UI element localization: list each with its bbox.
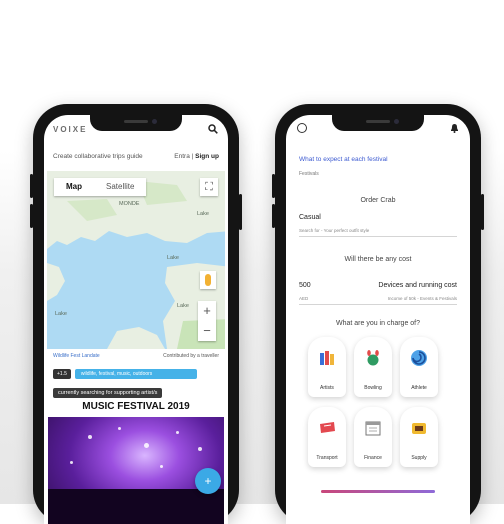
map-label: Lake — [167, 255, 179, 261]
signup-link[interactable]: Sign up — [195, 153, 219, 160]
festival-title: MUSIC FESTIVAL 2019 — [82, 401, 190, 412]
app-logo: VOIXE — [53, 125, 88, 134]
progress-bar — [321, 490, 435, 493]
status-badge: currently searching for supporting artis… — [53, 388, 163, 398]
category-tags[interactable]: wildlife, festival, music, outdoors — [74, 369, 197, 379]
swirl-icon — [411, 350, 427, 366]
tab-map[interactable]: Map — [54, 178, 94, 196]
event-link[interactable]: Wildlife Fest Landate — [53, 353, 100, 359]
category-label: Athlete — [411, 385, 427, 391]
tab-satellite[interactable]: Satellite — [94, 178, 146, 196]
phone-right: What to expect at each festival Festival… — [272, 104, 484, 524]
calendar-icon — [365, 421, 381, 436]
cost-field[interactable]: 500 — [299, 282, 311, 289]
category-card-athlete[interactable]: Athlete — [400, 337, 438, 397]
progress-fill — [321, 490, 435, 493]
login-link[interactable]: Entra — [174, 153, 190, 160]
category-card-finance[interactable]: Finance — [354, 407, 392, 467]
map-label: MONDE — [119, 201, 140, 207]
zoom-control: + − — [198, 301, 216, 341]
map-view[interactable]: MONDE Lake Lake Lake Lake Map Satellite … — [47, 171, 225, 349]
bowling-icon — [367, 350, 379, 366]
category-card-artists[interactable]: Artists — [308, 337, 346, 397]
auth-links: Entra | Sign up — [174, 153, 219, 160]
divider — [299, 304, 457, 305]
map-label: Lake — [197, 211, 209, 217]
section-title: What are you in charge of? — [335, 320, 421, 327]
power-button — [481, 194, 484, 230]
phone-left-screen: VOIXE Create collaborative trips guide E… — [44, 115, 228, 524]
volume-button — [272, 204, 275, 228]
zoom-out-button[interactable]: − — [198, 321, 216, 341]
festival-image[interactable] — [48, 417, 224, 524]
map-type-tabs: Map Satellite — [54, 178, 147, 196]
category-card-bowling[interactable]: Bowling — [354, 337, 392, 397]
map-footer: Wildlife Fest Landate Contributed by a t… — [53, 353, 219, 363]
cost-description[interactable]: Devices and running cost — [378, 282, 457, 289]
volume-button — [30, 204, 33, 228]
subtitle-text: Create collaborative trips guide — [53, 153, 143, 160]
volume-button — [30, 174, 33, 198]
wallet-icon — [412, 423, 426, 434]
section-title: Will there be any cost — [344, 256, 412, 263]
phone-left: VOIXE Create collaborative trips guide E… — [30, 104, 242, 524]
map-label: Lake — [177, 303, 189, 309]
pegman-icon[interactable] — [200, 271, 216, 289]
category-label: Bowling — [364, 385, 382, 391]
expectations-link[interactable]: What to expect at each festival — [299, 156, 388, 163]
category-label: Artists — [320, 385, 334, 391]
rating-badge: +1.5 — [53, 369, 71, 379]
search-icon[interactable] — [208, 124, 218, 134]
user-icon[interactable] — [297, 123, 307, 133]
notch — [332, 115, 424, 131]
phone-right-screen: What to expect at each festival Festival… — [286, 115, 470, 524]
ticket-icon — [320, 422, 335, 433]
power-button — [239, 194, 242, 230]
books-icon — [320, 351, 334, 365]
fullscreen-icon[interactable]: ⛶ — [200, 178, 218, 196]
order-field[interactable]: Casual — [299, 214, 321, 221]
category-card-transport[interactable]: Transport — [308, 407, 346, 467]
category-caption: Festivals — [299, 171, 319, 177]
subtitle-bar: Create collaborative trips guide Entra |… — [53, 153, 219, 163]
add-button[interactable]: + — [195, 468, 221, 494]
contributor-text: Contributed by a traveller — [163, 353, 219, 359]
tag-row: +1.5 wildlife, festival, music, outdoors — [53, 369, 197, 379]
bell-icon[interactable] — [450, 123, 459, 133]
section-title: Order Crab — [360, 197, 396, 204]
order-hint: Search for - Your perfect outfit style — [299, 228, 370, 233]
divider — [299, 236, 457, 237]
category-card-supply[interactable]: Supply — [400, 407, 438, 467]
volume-button — [272, 174, 275, 198]
notch — [90, 115, 182, 131]
cost-description-hint: Income of 50k - Events & Festivals — [387, 296, 457, 301]
category-label: Supply — [411, 455, 427, 461]
cost-currency: AED — [299, 296, 309, 301]
category-label: Finance — [364, 455, 382, 461]
map-label: Lake — [55, 311, 67, 317]
category-label: Transport — [316, 455, 338, 461]
zoom-in-button[interactable]: + — [198, 301, 216, 321]
